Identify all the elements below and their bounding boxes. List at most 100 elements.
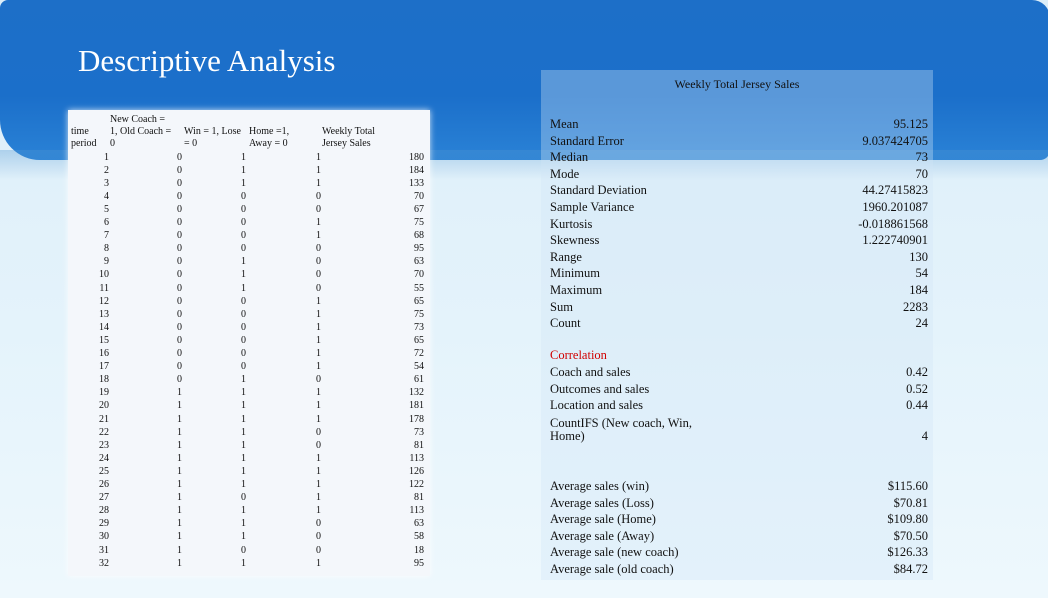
- cell-time-period: 12: [99, 295, 109, 307]
- cell-home: 0: [316, 374, 321, 386]
- cell-home: 1: [316, 230, 321, 242]
- stat-value: 54: [915, 266, 929, 281]
- header-sales: Weekly Total Jersey Sales: [322, 126, 376, 149]
- cell-time-period: 19: [99, 387, 109, 399]
- cell-home: 0: [316, 439, 321, 451]
- cell-time-period: 11: [99, 282, 109, 294]
- table-row: 4 0 0 0 70: [68, 190, 430, 203]
- correlation-value: 0.42: [906, 365, 928, 379]
- cell-win: 0: [241, 321, 246, 333]
- correlation-value: 0.44: [906, 398, 928, 413]
- cell-win: 1: [241, 256, 246, 268]
- cell-time-period: 31: [99, 544, 109, 556]
- cell-time-period: 9: [104, 256, 109, 268]
- average-label: Average sales (Loss): [550, 495, 654, 510]
- cell-home: 1: [316, 164, 321, 176]
- cell-new-coach: 0: [177, 282, 182, 294]
- cell-win: 1: [241, 465, 246, 477]
- cell-new-coach: 1: [177, 400, 182, 412]
- cell-sales: 54: [414, 361, 424, 373]
- header-win: Win = 1, Lose = 0: [184, 126, 241, 149]
- cell-new-coach: 1: [177, 518, 182, 530]
- average-label: Average sale (Home): [550, 512, 656, 527]
- cell-win: 0: [241, 230, 246, 242]
- cell-time-period: 26: [99, 479, 109, 490]
- correlation-label: Coach and sales: [550, 365, 631, 379]
- cell-time-period: 1: [104, 151, 109, 163]
- cell-new-coach: 0: [177, 348, 182, 359]
- cell-sales: 72: [414, 348, 424, 359]
- cell-home: 1: [316, 413, 321, 425]
- cell-sales: 61: [414, 374, 424, 386]
- cell-time-period: 5: [104, 203, 109, 215]
- cell-time-period: 17: [99, 361, 109, 373]
- cell-win: 1: [241, 282, 246, 294]
- correlation-heading-label: Correlation: [550, 348, 607, 362]
- stat-value: 44.27415823: [862, 183, 928, 198]
- slide-edge: [1048, 0, 1062, 598]
- stats-title: Weekly Total Jersey Sales: [674, 77, 800, 91]
- cell-time-period: 21: [99, 413, 109, 425]
- table-row: 8 0 0 0 95: [68, 242, 430, 255]
- cell-time-period: 29: [99, 518, 109, 530]
- cell-home: 1: [316, 295, 321, 307]
- cell-time-period: 22: [99, 426, 109, 438]
- cell-sales: 95: [414, 557, 424, 569]
- cell-win: 0: [241, 348, 246, 359]
- cell-new-coach: 1: [177, 439, 182, 451]
- header-time-period: time period: [71, 126, 97, 149]
- cell-home: 1: [316, 151, 321, 163]
- cell-new-coach: 0: [177, 164, 182, 176]
- cell-time-period: 30: [99, 531, 109, 543]
- stat-label: Median: [550, 150, 589, 165]
- table-row: 6 0 0 1 75: [68, 216, 430, 229]
- stat-value: 1960.201087: [862, 200, 928, 214]
- cell-home: 1: [316, 505, 321, 517]
- cell-time-period: 3: [104, 177, 109, 189]
- cell-new-coach: 0: [177, 243, 182, 255]
- cell-sales: 181: [409, 400, 424, 412]
- cell-sales: 65: [414, 295, 424, 307]
- cell-time-period: 18: [99, 374, 109, 386]
- cell-sales: 81: [414, 439, 424, 451]
- cell-time-period: 8: [104, 243, 109, 255]
- cell-win: 1: [241, 505, 246, 517]
- cell-win: 0: [241, 243, 246, 255]
- cell-new-coach: 0: [177, 203, 182, 215]
- cell-sales: 81: [414, 492, 424, 504]
- cell-new-coach: 1: [177, 544, 182, 556]
- cell-time-period: 10: [99, 269, 109, 281]
- cell-new-coach: 0: [177, 269, 182, 281]
- table-row: 11 0 1 0 55: [68, 282, 430, 295]
- cell-new-coach: 1: [177, 452, 182, 464]
- cell-new-coach: 0: [177, 308, 182, 320]
- table-row: 31 1 0 0 18: [68, 544, 430, 557]
- table-row: 21 1 1 1 178: [68, 413, 430, 426]
- cell-sales: 75: [414, 308, 424, 320]
- table-row: 22 1 1 0 73: [68, 426, 430, 439]
- cell-new-coach: 1: [177, 492, 182, 504]
- cell-home: 0: [316, 531, 321, 543]
- cell-new-coach: 1: [177, 465, 182, 477]
- cell-sales: 73: [414, 426, 424, 438]
- cell-home: 1: [316, 387, 321, 399]
- cell-win: 1: [241, 164, 246, 176]
- average-value: $84.72: [893, 562, 928, 576]
- cell-home: 1: [316, 400, 321, 412]
- cell-time-period: 2: [104, 164, 109, 176]
- cell-new-coach: 0: [177, 374, 182, 386]
- cell-home: 1: [316, 452, 321, 464]
- table-row: 14 0 0 1 73: [68, 321, 430, 334]
- table-row: 12 0 0 1 65: [68, 295, 430, 308]
- cell-win: 0: [241, 308, 246, 320]
- cell-win: 0: [241, 217, 246, 228]
- header-home: Home =1, Away = 0: [249, 126, 290, 149]
- cell-time-period: 14: [99, 321, 109, 333]
- cell-new-coach: 0: [177, 230, 182, 242]
- stat-label: Sum: [550, 299, 573, 314]
- cell-home: 0: [316, 256, 321, 268]
- cell-time-period: 4: [104, 190, 109, 202]
- header-coach: New Coach = 1, Old Coach = 0: [110, 114, 172, 149]
- cell-new-coach: 1: [177, 557, 182, 569]
- table-row: 9 0 1 0 63: [68, 255, 430, 268]
